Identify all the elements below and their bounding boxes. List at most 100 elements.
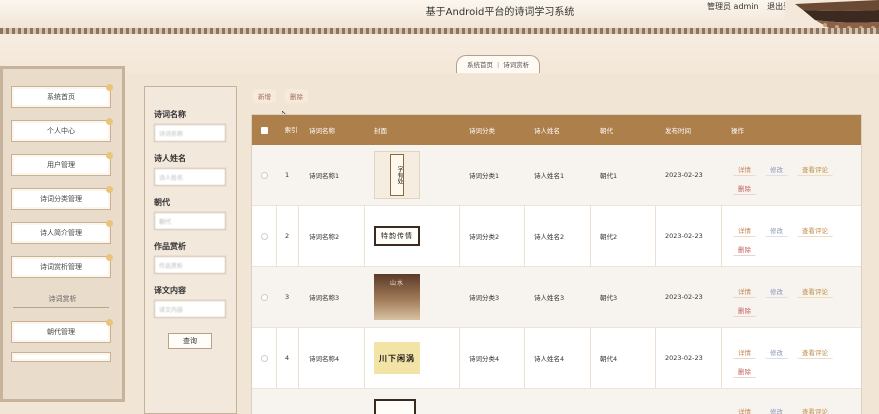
sidebar-item-label: 用户管理 — [47, 161, 75, 169]
top-header: 基于Android平台的诗词学习系统 管理员 admin 退出登录 — [0, 0, 879, 28]
radio-icon — [261, 171, 268, 179]
search-button[interactable]: 查询 — [168, 333, 212, 349]
breadcrumb-home[interactable]: 系统首页 — [467, 61, 493, 69]
detail-button[interactable]: 详情 — [733, 224, 756, 237]
search-label-poet-name: 诗人姓名 — [154, 154, 186, 163]
sidebar-item-profile[interactable]: 个人中心 — [11, 118, 113, 142]
table-row: 2 诗词名称2 特韵传情 诗词分类2 诗人姓名2 朝代2 2023-02-23 … — [252, 206, 861, 267]
radio-icon — [261, 293, 268, 301]
cover-image-caption: 山水 — [389, 280, 404, 287]
view-comments-button[interactable]: 查看评论 — [797, 346, 833, 359]
sidebar-item-label: 诗词赏析管理 — [40, 263, 82, 271]
cell-date: 2023-02-23 — [665, 171, 703, 179]
cover-image-scroll: 字有处 — [390, 154, 404, 196]
cover-image: 山水 — [374, 274, 420, 320]
cover-image: 川下闲涡 — [374, 342, 420, 374]
sidebar-item-label: 诗人简介管理 — [40, 229, 82, 237]
sidebar-item-appreciation[interactable]: 诗词赏析管理 — [11, 254, 113, 278]
row-radio[interactable] — [261, 328, 268, 388]
cell-category: 诗词分类4 — [469, 355, 500, 363]
cell-poet: 诗人姓名4 — [534, 355, 565, 363]
breadcrumb-separator: | — [497, 61, 500, 69]
sidebar-item-label: 系统首页 — [47, 93, 75, 101]
view-comments-button[interactable]: 查看评论 — [797, 224, 833, 237]
delete-selected-button[interactable]: 删除 — [285, 89, 308, 103]
search-input-translation[interactable]: 译文内容 — [154, 300, 226, 318]
breadcrumb: 系统首页 | 诗词赏析 — [456, 55, 541, 73]
cell-category: 诗词分类2 — [469, 233, 500, 241]
search-input-appreciation[interactable]: 作品赏析 — [154, 256, 226, 274]
sidebar-item-category[interactable]: 诗词分类管理 — [11, 186, 113, 210]
row-radio[interactable] — [261, 267, 268, 327]
cell-date: 2023-02-23 — [665, 354, 703, 362]
cell-cover: 川下闲涡 — [374, 328, 420, 388]
row-delete-button[interactable]: 删除 — [733, 243, 756, 256]
sidebar-item-label: 朝代管理 — [47, 328, 75, 336]
sidebar-item-poets[interactable]: 诗人简介管理 — [11, 220, 113, 244]
sidebar-item-users[interactable]: 用户管理 — [11, 152, 113, 176]
corner-ornament-icon — [106, 186, 113, 193]
sidebar-divider — [13, 307, 109, 308]
row-radio[interactable] — [261, 145, 268, 205]
select-all-checkbox[interactable] — [261, 115, 268, 145]
cell-poem-name: 诗词名称4 — [309, 355, 340, 363]
sidebar-section-label: 诗词赏析 — [48, 295, 77, 303]
checkbox-icon — [261, 126, 268, 134]
user-label: 管理员 admin — [707, 2, 759, 11]
sidebar-item-label: 诗词分类管理 — [40, 195, 82, 203]
row-delete-button[interactable]: 删除 — [733, 304, 756, 317]
view-comments-button[interactable]: 查看评论 — [797, 163, 833, 176]
edit-button[interactable]: 修改 — [765, 224, 788, 237]
cell-category: 诗词分类3 — [469, 294, 500, 302]
edit-button[interactable]: 修改 — [765, 285, 788, 298]
view-comments-button[interactable]: 查看评论 — [797, 405, 833, 414]
row-radio[interactable] — [261, 206, 268, 266]
search-label-translation: 译文内容 — [154, 286, 186, 295]
cell-index: 2 — [285, 232, 290, 240]
table-row: 4 诗词名称4 川下闲涡 诗词分类4 诗人姓名4 朝代4 2023-02-23 … — [252, 328, 861, 389]
column-header-category: 诗词分类 — [469, 127, 495, 135]
search-input-poet-name[interactable]: 诗人姓名 — [154, 168, 226, 186]
sidebar-item-more[interactable] — [11, 352, 111, 362]
data-table: 索引 诗词名称 封面 诗词分类 诗人姓名 朝代 发布时间 操作 1 诗词名称1 … — [251, 114, 862, 414]
search-input-poem-name[interactable]: 诗词名称 — [154, 124, 226, 142]
cell-poem-name: 诗词名称2 — [309, 233, 340, 241]
cover-image: 特韵传情 — [374, 226, 420, 246]
edit-button[interactable]: 修改 — [765, 405, 788, 414]
view-comments-button[interactable]: 查看评论 — [797, 285, 833, 298]
corner-ornament-icon — [106, 118, 113, 125]
table-row: 详情 修改 查看评论 — [252, 389, 861, 414]
table-row: 1 诗词名称1 字有处 诗词分类1 诗人姓名1 朝代1 2023-02-23 详… — [252, 145, 861, 206]
search-label-poem-name: 诗词名称 — [154, 110, 186, 119]
cell-cover: 山水 — [374, 267, 420, 327]
cell-cover — [374, 389, 416, 414]
add-button[interactable]: 新增 — [253, 89, 276, 103]
cell-poem-name: 诗词名称1 — [309, 172, 340, 180]
cell-index: 4 — [285, 354, 290, 362]
corner-ornament-icon — [106, 84, 113, 91]
column-header-index: 索引 — [284, 126, 298, 134]
table-header: 索引 诗词名称 封面 诗词分类 诗人姓名 朝代 发布时间 操作 — [252, 115, 861, 145]
sidebar-item-label: 个人中心 — [47, 127, 75, 135]
detail-button[interactable]: 详情 — [733, 346, 756, 359]
detail-button[interactable]: 详情 — [733, 405, 756, 414]
cell-date: 2023-02-23 — [665, 293, 703, 301]
cell-index: 3 — [285, 293, 290, 301]
detail-button[interactable]: 详情 — [733, 285, 756, 298]
cell-cover: 字有处 — [374, 145, 420, 205]
row-delete-button[interactable]: 删除 — [733, 365, 756, 378]
header-band — [0, 34, 879, 74]
table-row: 3 诗词名称3 山水 诗词分类3 诗人姓名3 朝代3 2023-02-23 详情… — [252, 267, 861, 328]
search-panel: 诗词名称 诗词名称 诗人姓名 诗人姓名 朝代 朝代 作品赏析 作品赏析 译文内容… — [144, 86, 237, 414]
edit-button[interactable]: 修改 — [765, 163, 788, 176]
edit-button[interactable]: 修改 — [765, 346, 788, 359]
row-delete-button[interactable]: 删除 — [733, 182, 756, 195]
search-label-appreciation: 作品赏析 — [154, 242, 186, 251]
sidebar-item-dynasty[interactable]: 朝代管理 — [11, 319, 113, 343]
search-label-dynasty: 朝代 — [154, 198, 170, 207]
radio-icon — [261, 232, 268, 240]
sidebar-item-home[interactable]: 系统首页 — [11, 84, 113, 108]
detail-button[interactable]: 详情 — [733, 163, 756, 176]
cell-date: 2023-02-23 — [665, 232, 703, 240]
search-input-dynasty[interactable]: 朝代 — [154, 212, 226, 230]
